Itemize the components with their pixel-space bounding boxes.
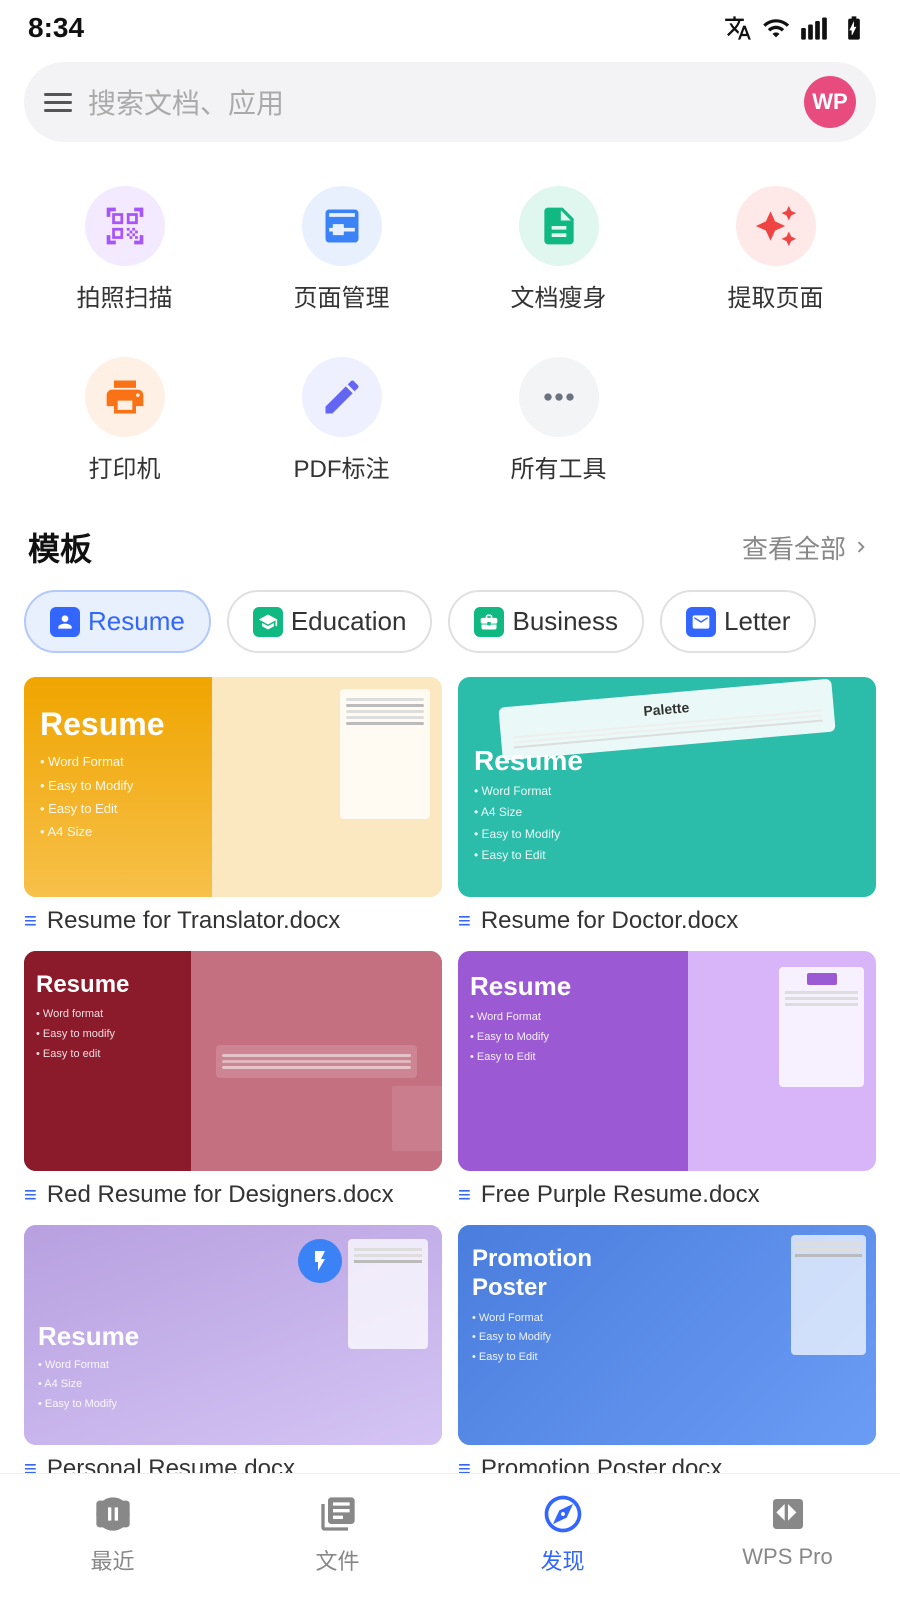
education-tab-icon bbox=[253, 607, 283, 637]
extract-page-icon-wrap bbox=[736, 186, 816, 266]
template-card-6[interactable]: PromotionPoster • Word Format• Easy to M… bbox=[458, 1225, 876, 1483]
wifi-icon bbox=[760, 14, 792, 42]
files-icon bbox=[314, 1490, 362, 1538]
tab-resume[interactable]: Resume bbox=[24, 590, 211, 653]
pdf-annotate-label: PDF标注 bbox=[294, 449, 390, 484]
view-all-label: 查看全部 bbox=[742, 529, 846, 566]
chevron-right-icon bbox=[850, 536, 872, 558]
tool-pdf-annotate[interactable]: PDF标注 bbox=[233, 337, 450, 500]
tool-scan[interactable]: 拍照扫描 bbox=[16, 166, 233, 329]
tool-doc-slim[interactable]: 文档瘦身 bbox=[450, 166, 667, 329]
template-doc-icon-1: ≡ bbox=[24, 908, 37, 934]
nav-wpspro[interactable]: WPS Pro bbox=[738, 1490, 838, 1576]
nav-files-label: 文件 bbox=[315, 1544, 359, 1576]
scan-label: 拍照扫描 bbox=[77, 278, 173, 313]
template-thumb-1: Resume • Word Format• Easy to Modify• Ea… bbox=[24, 677, 442, 897]
template-name-2: Resume for Doctor.docx bbox=[481, 907, 738, 935]
template-thumb-5: Resume • Word Format• A4 Size• Easy to M… bbox=[24, 1225, 442, 1445]
template-doc-icon-2: ≡ bbox=[458, 908, 471, 934]
extract-page-label: 提取页面 bbox=[728, 278, 824, 313]
translate-icon bbox=[724, 14, 752, 42]
tab-resume-label: Resume bbox=[88, 606, 185, 637]
scan-icon bbox=[103, 204, 147, 248]
tool-printer[interactable]: 打印机 bbox=[16, 337, 233, 500]
template-name-row-4: ≡ Free Purple Resume.docx bbox=[458, 1181, 876, 1209]
bottom-nav: 最近 文件 发现 WPS Pro bbox=[0, 1473, 900, 1600]
template-name-row-2: ≡ Resume for Doctor.docx bbox=[458, 907, 876, 935]
tab-education[interactable]: Education bbox=[227, 590, 433, 653]
template-thumb-3: Resume • Word format• Easy to modify• Ea… bbox=[24, 951, 442, 1171]
page-manage-label: 页面管理 bbox=[294, 278, 390, 313]
template-name-row-3: ≡ Red Resume for Designers.docx bbox=[24, 1181, 442, 1209]
tab-business[interactable]: Business bbox=[448, 590, 644, 653]
tool-page-manage[interactable]: 页面管理 bbox=[233, 166, 450, 329]
avatar[interactable]: WP bbox=[804, 76, 856, 128]
tab-education-label: Education bbox=[291, 606, 407, 637]
page-manage-icon bbox=[320, 204, 364, 248]
menu-button[interactable] bbox=[44, 93, 72, 112]
search-placeholder: 搜索文档、应用 bbox=[88, 82, 788, 122]
templates-grid: Resume • Word Format• Easy to Modify• Ea… bbox=[0, 677, 900, 1483]
template-thumb-2: Palette Resume • Word Format• A4 Size• E… bbox=[458, 677, 876, 897]
tool-extract-page[interactable]: 提取页面 bbox=[667, 166, 884, 329]
resume-tab-icon bbox=[50, 607, 80, 637]
template-name-row-1: ≡ Resume for Translator.docx bbox=[24, 907, 442, 935]
template-thumb-4: Resume • Word Format• Easy to Modify• Ea… bbox=[458, 951, 876, 1171]
nav-files[interactable]: 文件 bbox=[288, 1490, 388, 1576]
tools-row-1: 拍照扫描 页面管理 文档瘦身 提取页面 bbox=[0, 166, 900, 329]
template-card-4[interactable]: Resume • Word Format• Easy to Modify• Ea… bbox=[458, 951, 876, 1209]
printer-label: 打印机 bbox=[89, 449, 161, 484]
status-icons bbox=[724, 14, 872, 42]
template-doc-icon-3: ≡ bbox=[24, 1182, 37, 1208]
letter-tab-icon bbox=[686, 607, 716, 637]
tab-letter[interactable]: Letter bbox=[660, 590, 817, 653]
category-tabs: Resume Education Business Letter bbox=[0, 590, 900, 677]
discover-icon bbox=[539, 1490, 587, 1538]
tab-letter-label: Letter bbox=[724, 606, 791, 637]
status-bar: 8:34 bbox=[0, 0, 900, 52]
pdf-annotate-icon bbox=[320, 375, 364, 419]
tool-all-tools[interactable]: 所有工具 bbox=[450, 337, 667, 500]
doc-slim-icon-wrap bbox=[519, 186, 599, 266]
status-time: 8:34 bbox=[28, 12, 84, 44]
template-thumb-6: PromotionPoster • Word Format• Easy to M… bbox=[458, 1225, 876, 1445]
search-bar[interactable]: 搜索文档、应用 WP bbox=[24, 62, 876, 142]
premium-badge bbox=[298, 1239, 342, 1283]
nav-recent[interactable]: 最近 bbox=[63, 1490, 163, 1576]
nav-wpspro-label: WPS Pro bbox=[742, 1544, 832, 1570]
nav-discover-label: 发现 bbox=[540, 1544, 584, 1576]
printer-icon bbox=[103, 375, 147, 419]
battery-icon bbox=[836, 14, 872, 42]
pdf-annotate-icon-wrap bbox=[302, 357, 382, 437]
all-tools-label: 所有工具 bbox=[511, 449, 607, 484]
extract-page-icon bbox=[754, 204, 798, 248]
templates-title: 模板 bbox=[28, 524, 92, 570]
business-tab-icon bbox=[474, 607, 504, 637]
wpspro-icon bbox=[764, 1490, 812, 1538]
template-name-4: Free Purple Resume.docx bbox=[481, 1181, 760, 1209]
template-name-1: Resume for Translator.docx bbox=[47, 907, 340, 935]
recent-icon bbox=[89, 1490, 137, 1538]
template-doc-icon-4: ≡ bbox=[458, 1182, 471, 1208]
templates-header: 模板 查看全部 bbox=[0, 524, 900, 590]
view-all-button[interactable]: 查看全部 bbox=[742, 529, 872, 566]
template-card-2[interactable]: Palette Resume • Word Format• A4 Size• E… bbox=[458, 677, 876, 935]
page-manage-icon-wrap bbox=[302, 186, 382, 266]
printer-icon-wrap bbox=[85, 357, 165, 437]
template-card-3[interactable]: Resume • Word format• Easy to modify• Ea… bbox=[24, 951, 442, 1209]
doc-slim-label: 文档瘦身 bbox=[511, 278, 607, 313]
template-card-1[interactable]: Resume • Word Format• Easy to Modify• Ea… bbox=[24, 677, 442, 935]
nav-recent-label: 最近 bbox=[90, 1544, 134, 1576]
tools-row-2: 打印机 PDF标注 所有工具 bbox=[0, 337, 900, 500]
doc-slim-icon bbox=[537, 204, 581, 248]
template-card-5[interactable]: Resume • Word Format• A4 Size• Easy to M… bbox=[24, 1225, 442, 1483]
all-tools-icon bbox=[537, 375, 581, 419]
template-name-3: Red Resume for Designers.docx bbox=[47, 1181, 394, 1209]
scan-icon-wrap bbox=[85, 186, 165, 266]
nav-discover[interactable]: 发现 bbox=[513, 1490, 613, 1576]
tab-business-label: Business bbox=[512, 606, 618, 637]
signal-icon bbox=[800, 14, 828, 42]
all-tools-icon-wrap bbox=[519, 357, 599, 437]
